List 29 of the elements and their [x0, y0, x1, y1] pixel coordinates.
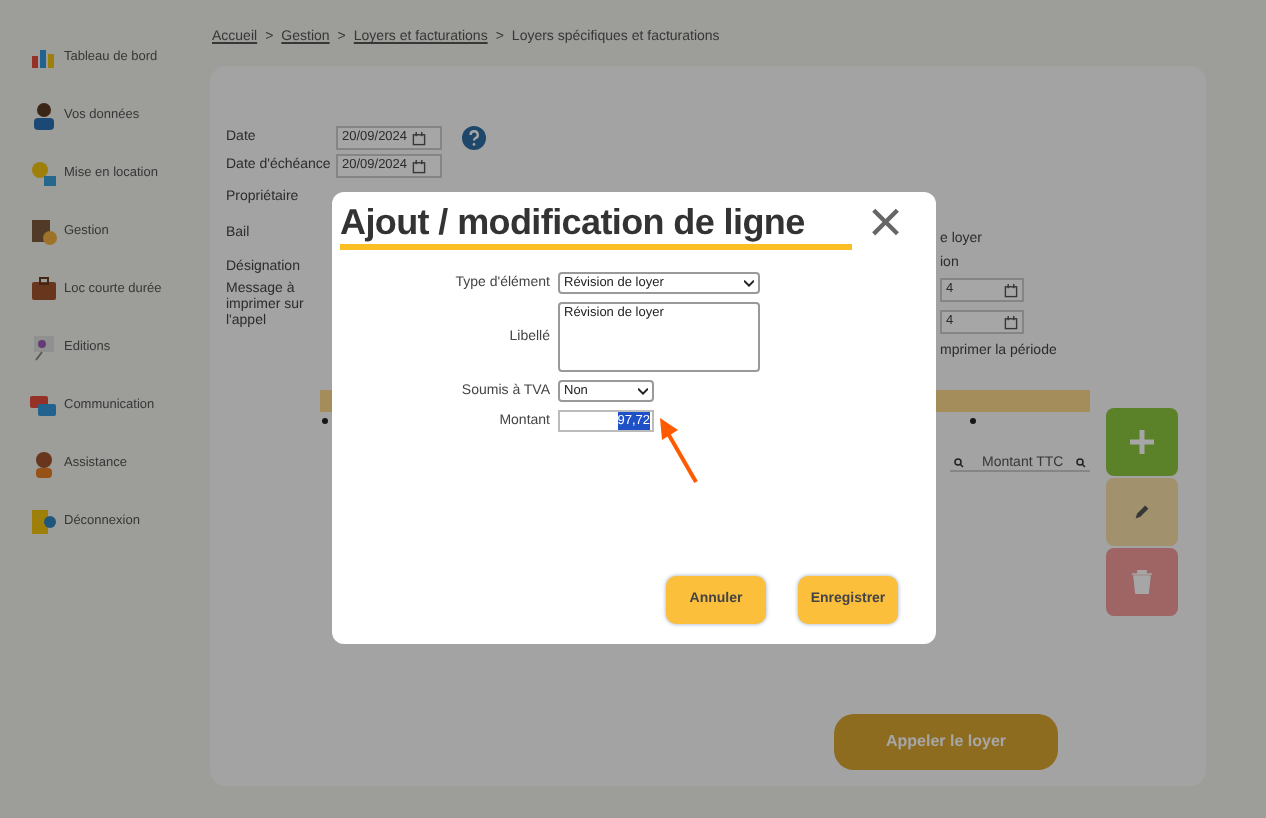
- menu-item-icon: [30, 44, 58, 72]
- modal-title: Ajout / modification de ligne: [340, 200, 852, 250]
- plus-icon: [1130, 430, 1154, 454]
- search-icon: [954, 458, 964, 468]
- edit-button[interactable]: [1106, 478, 1178, 546]
- menu-item-icon: [30, 392, 58, 420]
- arrow-annotation: [654, 416, 702, 486]
- help-icon[interactable]: [462, 126, 486, 150]
- menu-item-icon: [30, 508, 58, 536]
- chevron-icon: [638, 387, 648, 395]
- delete-button[interactable]: [1106, 548, 1178, 616]
- chevron-icon: [744, 279, 754, 287]
- calendar-icon: [1004, 283, 1018, 297]
- menu-item-icon: [30, 276, 58, 304]
- menu-item-icon: [30, 450, 58, 478]
- close-button[interactable]: ×: [868, 196, 904, 252]
- sort-icon: [322, 418, 328, 424]
- search-icon: [1076, 458, 1086, 468]
- trash-icon: [1132, 570, 1152, 594]
- menu-item-icon: [30, 218, 58, 246]
- menu-item-icon: [30, 160, 58, 188]
- menu-item-icon: [30, 334, 58, 362]
- calendar-icon: [411, 159, 426, 173]
- sort-icon: [970, 418, 976, 424]
- calendar-icon: [1004, 315, 1018, 329]
- add-button[interactable]: [1106, 408, 1178, 476]
- pencil-icon: [1134, 504, 1150, 520]
- calendar-icon: [411, 131, 426, 145]
- menu-item-icon: [30, 102, 58, 130]
